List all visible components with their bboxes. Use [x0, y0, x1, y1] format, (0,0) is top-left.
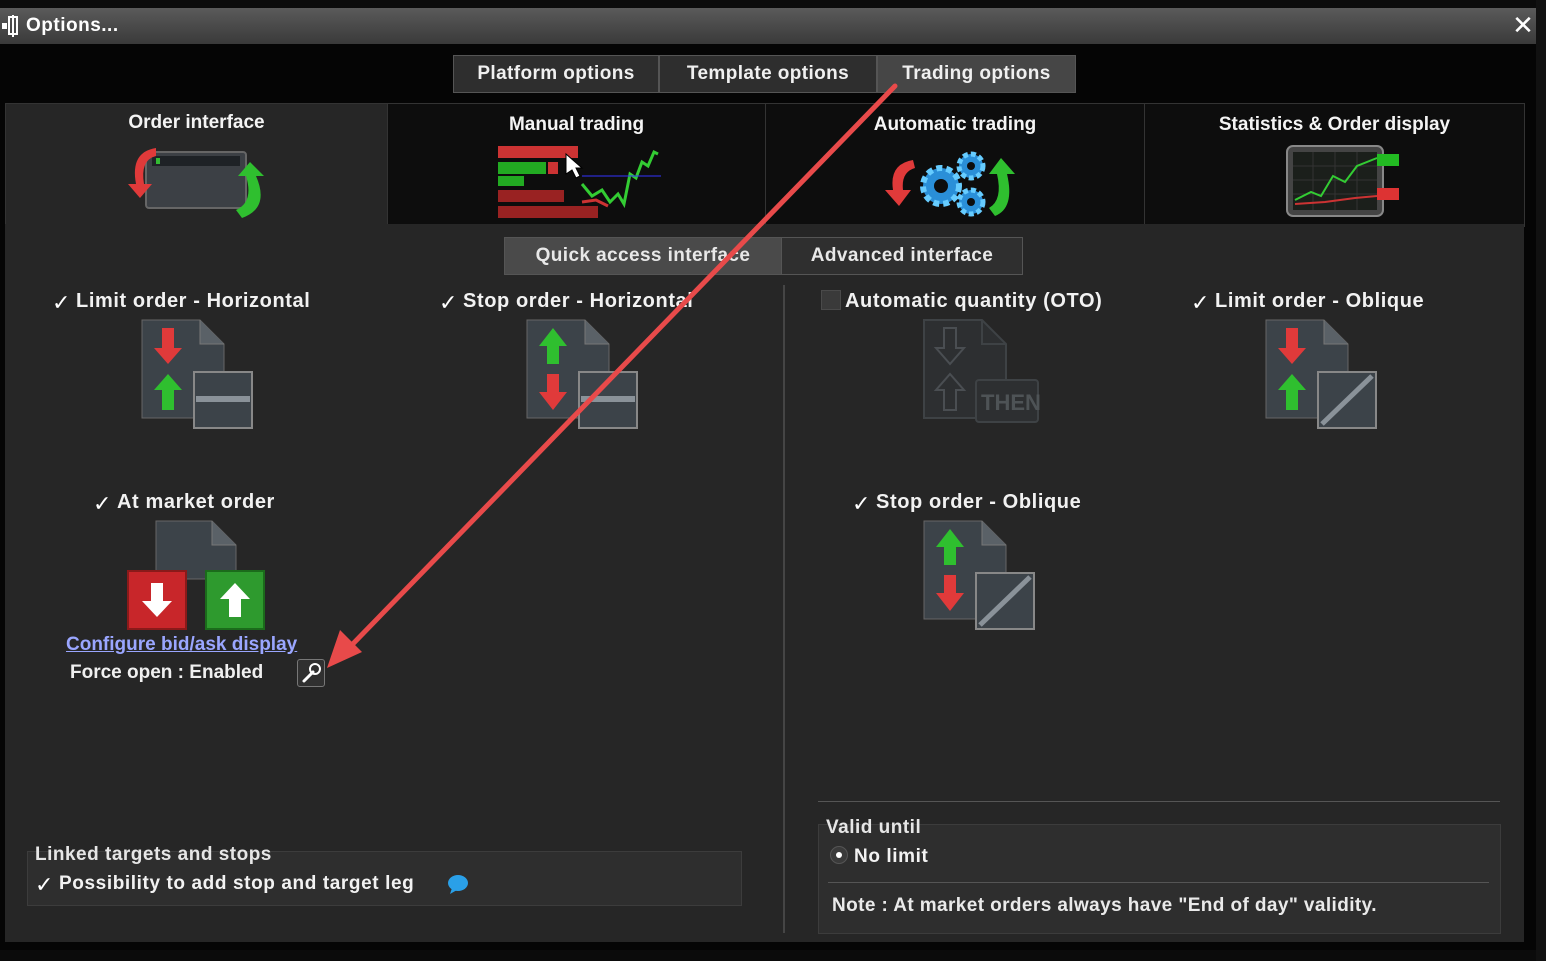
category-tab-label: Order interface — [128, 112, 265, 133]
no-limit-radio[interactable]: No limit — [830, 846, 928, 868]
automatic-trading-icon — [885, 151, 1015, 217]
category-tab-label: Automatic trading — [873, 114, 1037, 135]
checkmark-icon: ✓ — [439, 290, 459, 315]
at-market-icon[interactable] — [126, 519, 268, 631]
close-button[interactable]: ✕ — [1510, 10, 1536, 40]
category-tab-label: Statistics & Order display — [1218, 114, 1451, 135]
column-divider — [783, 285, 785, 933]
info-bubble-icon[interactable] — [446, 874, 470, 894]
limit-oblique-checkbox[interactable]: ✓ Limit order - Oblique — [1191, 290, 1424, 314]
category-tab-statistics[interactable]: Statistics & Order display — [1144, 103, 1525, 227]
tab-platform-options[interactable]: Platform options — [453, 55, 659, 93]
category-tab-label: Manual trading — [508, 114, 645, 135]
tab-template-options[interactable]: Template options — [659, 55, 877, 93]
radio-selected-icon — [830, 846, 848, 864]
checkbox-empty-icon — [821, 290, 841, 310]
order-interface-icon — [128, 148, 264, 218]
option-label: Limit order - Horizontal — [76, 290, 311, 312]
category-tab-automatic-trading[interactable]: Automatic trading — [765, 103, 1145, 227]
limit-horizontal-checkbox[interactable]: ✓ Limit order - Horizontal — [52, 290, 310, 314]
option-label: Automatic quantity (OTO) — [845, 290, 1103, 312]
window-icon — [2, 15, 18, 37]
limit-horizontal-icon[interactable] — [140, 318, 255, 433]
validity-note: Note : At market orders always have "End… — [832, 895, 1377, 916]
option-label: Stop order - Horizontal — [463, 290, 694, 312]
background-chart-strip — [1536, 0, 1546, 961]
stop-horizontal-checkbox[interactable]: ✓ Stop order - Horizontal — [439, 290, 693, 314]
checkmark-icon: ✓ — [35, 872, 55, 897]
tab-trading-options[interactable]: Trading options — [877, 55, 1076, 93]
category-tab-order-interface[interactable]: Order interface — [5, 103, 388, 226]
limit-oblique-icon[interactable] — [1264, 318, 1379, 433]
stop-oblique-checkbox[interactable]: ✓ Stop order - Oblique — [852, 491, 1081, 515]
checkmark-icon: ✓ — [93, 491, 113, 516]
option-label: Stop order - Oblique — [876, 491, 1082, 513]
manual-trading-icon — [498, 146, 661, 218]
option-label: At market order — [117, 491, 275, 513]
radio-label: No limit — [854, 846, 929, 867]
option-label: Possibility to add stop and target leg — [59, 873, 415, 894]
valid-until-group — [818, 824, 1501, 934]
automatic-quantity-checkbox[interactable]: Automatic quantity (OTO) — [821, 290, 1102, 313]
separator — [818, 801, 1500, 802]
linked-targets-title: Linked targets and stops — [35, 844, 272, 865]
valid-until-title: Valid until — [826, 817, 922, 838]
separator — [828, 882, 1489, 883]
then-label: THEN — [981, 390, 1041, 415]
stop-oblique-icon[interactable] — [922, 519, 1037, 634]
checkmark-icon: ✓ — [52, 290, 72, 315]
subtab-advanced-interface[interactable]: Advanced interface — [781, 237, 1023, 275]
force-open-settings-button[interactable] — [297, 659, 325, 687]
option-label: Limit order - Oblique — [1215, 290, 1425, 312]
at-market-checkbox[interactable]: ✓ At market order — [93, 491, 275, 515]
force-open-status: Force open : Enabled — [70, 662, 264, 683]
automatic-quantity-icon[interactable]: THEN — [922, 318, 1042, 428]
subtab-quick-access-interface[interactable]: Quick access interface — [504, 237, 782, 275]
window-titlebar[interactable] — [0, 8, 1536, 45]
wrench-icon — [302, 663, 321, 683]
checkmark-icon: ✓ — [1191, 290, 1211, 315]
window-title: Options... — [26, 15, 119, 36]
configure-bid-ask-link[interactable]: Configure bid/ask display — [66, 634, 297, 656]
stop-target-leg-checkbox[interactable]: ✓ Possibility to add stop and target leg — [35, 873, 414, 896]
category-tab-manual-trading[interactable]: Manual trading — [387, 103, 766, 227]
stop-horizontal-icon[interactable] — [525, 318, 640, 433]
statistics-icon — [1286, 145, 1399, 217]
checkmark-icon: ✓ — [852, 491, 872, 516]
